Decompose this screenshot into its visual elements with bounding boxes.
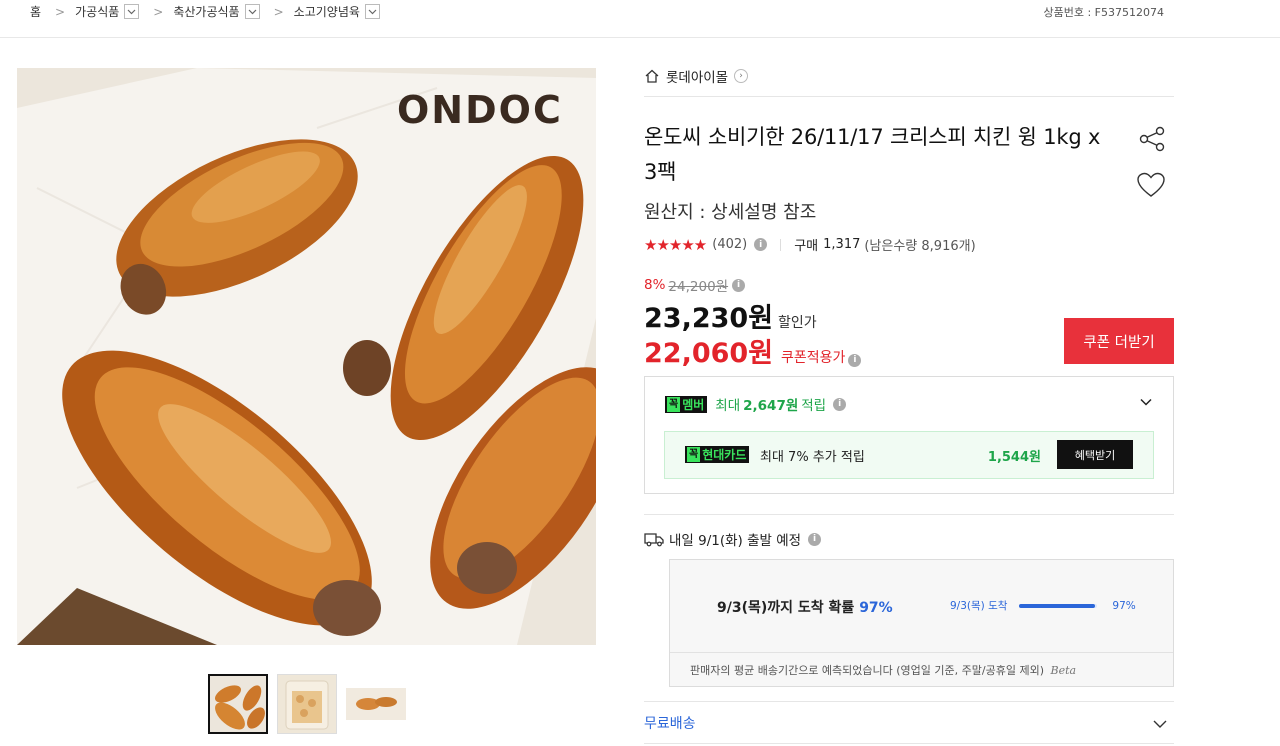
member-reward-row[interactable]: 꼭 멤버 최대 2,647원 적립 i (665, 394, 847, 414)
purchase-count: 1,317 (823, 237, 861, 252)
chevron-right-icon: › (734, 69, 749, 83)
info-icon[interactable]: i (754, 238, 768, 251)
sale-price-row: 23,230원 할인가 (644, 296, 817, 335)
divider (644, 743, 1174, 744)
rating-row: ★★★★★ (402) i 구매 1,317 (남은수량 8,916개) (644, 235, 976, 255)
coupon-price-label: 쿠폰적용가 (781, 350, 846, 366)
chevron-down-icon[interactable] (244, 4, 260, 19)
member-max-amount: 2,647원 (743, 398, 799, 414)
member-benefit-box: 꼭 멤버 최대 2,647원 적립 i 꼭 현대카드 최대 7% 추가 적립 1… (644, 376, 1174, 494)
thumbnail-1[interactable] (208, 674, 268, 734)
delivery-estimate-note: 판매자의 평균 배송기간으로 예측되었습니다 (영업일 기준, 주말/공휴일 제… (690, 662, 1076, 678)
card-badge-label: 현대카드 (702, 448, 747, 462)
purchase-label: 구매 (794, 239, 819, 254)
review-count[interactable]: (402) (712, 237, 747, 252)
chevron-down-icon[interactable] (124, 4, 140, 19)
info-icon[interactable]: i (732, 278, 746, 292)
chevron-down-icon[interactable] (1152, 717, 1168, 731)
breadcrumb-item-label[interactable]: 소고기양념육 (294, 3, 360, 20)
progress-track (1019, 603, 1098, 608)
chevron-down-icon[interactable] (1139, 395, 1153, 409)
truck-icon (644, 533, 664, 547)
member-max-prefix: 최대 (715, 398, 741, 414)
card-badge-glyph: 꼭 (687, 447, 701, 462)
share-icon[interactable] (1138, 125, 1166, 153)
info-icon[interactable]: i (848, 353, 862, 367)
store-name[interactable]: 롯데아이몰 (666, 66, 728, 86)
delivery-bar-percent: 97% (1112, 599, 1136, 612)
product-title: 온도씨 소비기한 26/11/17 크리스피 치킨 윙 1kg x 3팩 (644, 125, 1101, 184)
star-rating: ★★★★★ (644, 235, 707, 254)
member-badge-label: 멤버 (682, 397, 705, 412)
get-benefit-button[interactable]: 혜택받기 (1057, 440, 1133, 469)
divider (644, 96, 1174, 97)
heart-icon[interactable] (1136, 171, 1166, 199)
chevron-right-icon: > (153, 4, 164, 19)
member-max-suffix: 적립 (801, 398, 827, 414)
member-badge-glyph: 꼭 (667, 396, 681, 412)
coupon-price: 22,060원 (644, 338, 774, 369)
free-shipping-label[interactable]: 무료배송 (644, 713, 696, 733)
delivery-note-text: 판매자의 평균 배송기간으로 예측되었습니다 (영업일 기준, 주말/공휴일 제… (690, 664, 1044, 677)
card-benefit-row: 꼭 현대카드 최대 7% 추가 적립 1,544원 혜택받기 (664, 431, 1154, 479)
discount-percent: 8% (644, 277, 666, 293)
breadcrumb-bar: 홈 > 가공식품 > 축산가공식품 > 소고기양념육 상품번호 : F53751… (0, 0, 1280, 38)
chevron-right-icon: > (55, 4, 66, 19)
breadcrumb-home[interactable]: 홈 (30, 3, 41, 20)
delivery-bar-label: 9/3(목) 도착 (950, 600, 1008, 612)
delivery-estimate-text: 9/3(목)까지 도착 확률 (717, 600, 855, 616)
original-price-row: 8% 24,200원 i (644, 275, 746, 295)
sale-price: 23,230원 (644, 303, 774, 334)
home-icon (645, 69, 659, 83)
thumbnail-2[interactable] (277, 674, 337, 734)
origin-info: 원산지 : 상세설명 참조 (644, 202, 817, 223)
stock-remaining: (남은수량 8,916개) (864, 239, 976, 254)
delivery-estimate-percent: 97% (859, 600, 893, 616)
breadcrumb-item-label[interactable]: 가공식품 (75, 3, 119, 20)
thumbnail-3[interactable] (346, 674, 406, 734)
delivery-estimate-box: 9/3(목)까지 도착 확률 97% 9/3(목) 도착 97% 판매자의 평균… (669, 559, 1174, 687)
breadcrumb-item-marinated-beef[interactable]: > 소고기양념육 (260, 3, 380, 20)
beta-tag: Beta (1050, 664, 1077, 677)
sale-price-label: 할인가 (778, 315, 817, 331)
divider (670, 652, 1173, 653)
store-link[interactable]: 롯데아이몰 › (644, 66, 749, 86)
info-icon[interactable]: i (808, 532, 822, 546)
chevron-down-icon[interactable] (364, 4, 380, 19)
get-coupon-button[interactable]: 쿠폰 더받기 (1064, 318, 1174, 364)
brand-logo: ONDOC (397, 88, 563, 132)
coupon-price-row: 22,060원 쿠폰적용가 i (644, 331, 862, 370)
product-number: 상품번호 : F537512074 (1043, 6, 1165, 19)
info-icon[interactable]: i (833, 397, 847, 411)
card-badge: 꼭 현대카드 (685, 446, 750, 463)
main-product-image[interactable]: ONDOC (17, 68, 596, 645)
breadcrumb-item-label[interactable]: 축산가공식품 (173, 3, 239, 20)
divider (780, 238, 782, 251)
member-badge: 꼭 멤버 (665, 395, 708, 413)
shipping-schedule-text: 내일 9/1(화) 출발 예정 (669, 533, 802, 549)
card-benefit-amount: 1,544원 (987, 450, 1041, 465)
divider (644, 701, 1174, 702)
breadcrumb: 홈 > 가공식품 > 축산가공식품 > 소고기양념육 (30, 3, 380, 20)
divider (644, 514, 1174, 515)
chevron-right-icon: > (273, 4, 284, 19)
shipping-schedule: 내일 9/1(화) 출발 예정 i (644, 529, 822, 549)
thumbnail-strip (208, 674, 406, 734)
delivery-estimate-main: 9/3(목)까지 도착 확률 97% (717, 597, 893, 617)
original-price: 24,200원 (668, 279, 729, 295)
card-benefit-text: 최대 7% 추가 적립 (760, 450, 865, 465)
delivery-probability-bar: 9/3(목) 도착 97% (950, 598, 1136, 613)
breadcrumb-item-processed-food[interactable]: > 가공식품 (41, 3, 140, 20)
breadcrumb-item-livestock-processed[interactable]: > 축산가공식품 (139, 3, 260, 20)
progress-fill (1019, 603, 1096, 608)
